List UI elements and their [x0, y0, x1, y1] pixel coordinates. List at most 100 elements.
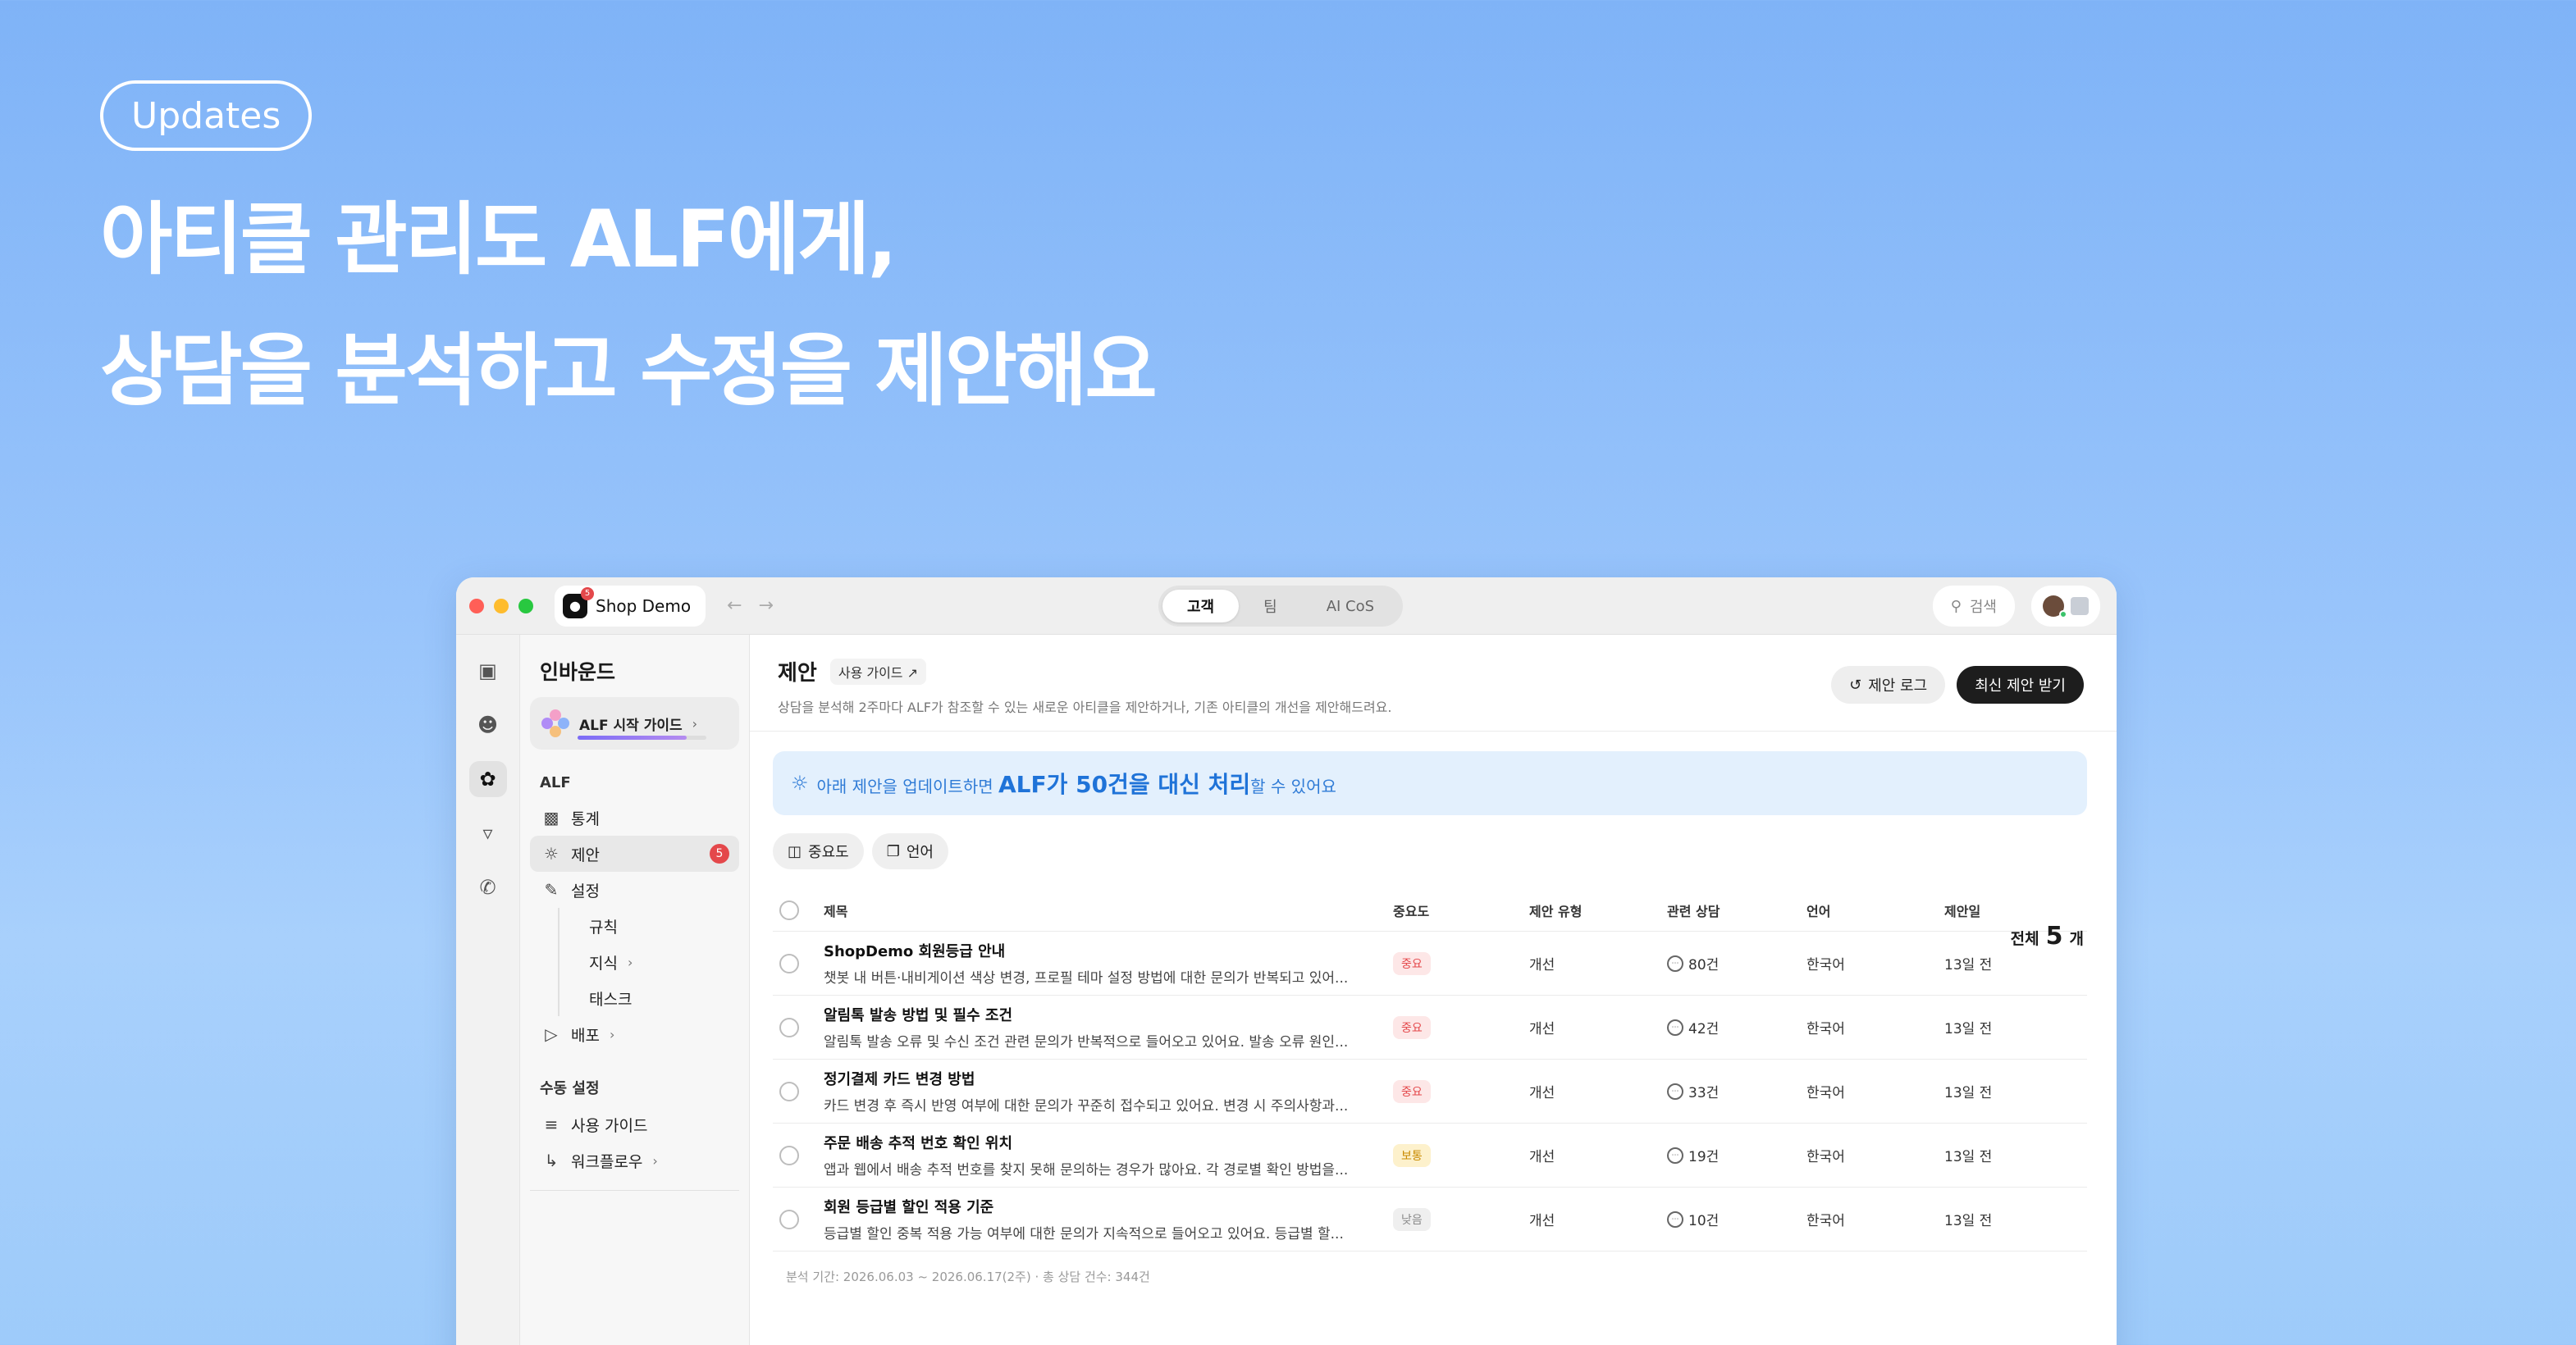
table-row[interactable]: 회원 등급별 할인 적용 기준 등급별 할인 중복 적용 가능 여부에 대한 문의… — [773, 1188, 2087, 1252]
column-date[interactable]: 제안일 — [1944, 900, 2043, 920]
sidebar-item-knowledge[interactable]: 지식 › — [569, 944, 739, 980]
workflow-icon: ↳ — [544, 1151, 559, 1170]
row-checkbox[interactable] — [779, 953, 799, 973]
banner-suffix: 할 수 있어요 — [1250, 777, 1336, 796]
row-language: 한국어 — [1806, 957, 1845, 973]
headline: 아티클 관리도 ALF에게, 상담을 분석하고 수정을 제안해요 — [100, 174, 1158, 436]
phone-icon[interactable]: ✆ — [469, 869, 507, 905]
select-all-checkbox[interactable] — [779, 900, 799, 920]
forward-arrow-icon[interactable]: → — [759, 595, 774, 616]
back-arrow-icon[interactable]: ← — [727, 595, 742, 616]
related-count: 10건 — [1688, 1213, 1720, 1229]
sidebar-item-label: 지식 — [589, 954, 618, 973]
sidebar-item-rules[interactable]: 규칙 — [569, 908, 739, 944]
banner-highlight: ALF가 50건을 대신 처리 — [998, 771, 1251, 798]
row-checkbox[interactable] — [779, 1209, 799, 1229]
sidebar-item-stats[interactable]: ▩ 통계 — [530, 800, 739, 836]
table-row[interactable]: 정기결제 카드 변경 방법 카드 변경 후 즉시 반영 여부에 대한 문의가 꾸준… — [773, 1060, 2087, 1124]
row-title: 주문 배송 추적 번호 확인 위치 — [824, 1135, 1013, 1152]
tab-team[interactable]: 팀 — [1239, 590, 1302, 622]
row-title-cell: 알림톡 발송 방법 및 필수 조건 알림톡 발송 오류 및 수신 조건 관련 문의… — [824, 1004, 1393, 1051]
suggestion-log-button[interactable]: ↺ 제안 로그 — [1831, 666, 1946, 704]
row-title-cell: 주문 배송 추적 번호 확인 위치 앱과 웹에서 배송 추적 번호를 찾지 못해 … — [824, 1132, 1393, 1179]
sidebar-item-settings[interactable]: ✎ 설정 — [530, 872, 739, 908]
copy-icon: ❐ — [886, 842, 900, 860]
sidebar-item-deploy[interactable]: ▷ 배포 › — [530, 1016, 739, 1052]
importance-badge: 중요 — [1393, 1079, 1431, 1103]
table-row[interactable]: 주문 배송 추적 번호 확인 위치 앱과 웹에서 배송 추적 번호를 찾지 못해 … — [773, 1124, 2087, 1188]
close-window-button[interactable] — [469, 598, 484, 613]
row-checkbox[interactable] — [779, 1017, 799, 1037]
campaign-icon[interactable]: ▿ — [469, 815, 507, 851]
contacts-icon[interactable]: ☻ — [469, 707, 507, 743]
main-content: 제안 사용 가이드 ↗ 상담을 분석해 2주마다 ALF가 참조할 수 있는 새… — [750, 635, 2117, 1345]
row-related: ⋯ 80건 — [1667, 953, 1806, 973]
nav-arrows: ← → — [727, 595, 774, 616]
row-date: 13일 전 — [1944, 1149, 1993, 1165]
usage-guide-link[interactable]: 사용 가이드 ↗ — [829, 658, 927, 685]
alf-icon[interactable]: ✿ — [468, 761, 507, 797]
minimize-window-button[interactable] — [494, 598, 509, 613]
building-icon — [2071, 597, 2089, 615]
row-title: 알림톡 발송 방법 및 필수 조건 — [824, 1007, 1013, 1024]
chevron-right-icon: › — [692, 715, 698, 732]
row-title-cell: ShopDemo 회원등급 안내 챗봇 내 버튼·내비게이션 색상 변경, 프로필… — [824, 940, 1393, 987]
row-date: 13일 전 — [1944, 1213, 1993, 1229]
tab-customer[interactable]: 고객 — [1162, 590, 1240, 622]
list-icon: ≡ — [544, 1115, 559, 1134]
tab-ai-cos[interactable]: AI CoS — [1302, 590, 1399, 622]
profile-button[interactable] — [2031, 586, 2100, 627]
importance-badge: 낮음 — [1393, 1207, 1431, 1231]
zoom-window-button[interactable] — [518, 598, 533, 613]
settings-submenu: 규칙 지식 › 태스크 — [558, 908, 739, 1016]
page-title: 제안 — [778, 661, 817, 686]
column-title[interactable]: 제목 — [824, 900, 1393, 920]
row-related: ⋯ 33건 — [1667, 1081, 1806, 1101]
get-latest-suggestions-button[interactable]: 최신 제안 받기 — [1957, 666, 2084, 704]
importance-filter[interactable]: ◫ 중요도 — [773, 833, 864, 869]
column-language[interactable]: 언어 — [1806, 900, 1944, 920]
row-checkbox[interactable] — [779, 1145, 799, 1165]
row-date: 13일 전 — [1944, 1021, 1993, 1037]
icon-rail: ▣ ☻ ✿ ▿ ✆ — [456, 635, 520, 1345]
row-type: 개선 — [1529, 1149, 1555, 1165]
row-type: 개선 — [1529, 1021, 1555, 1037]
search-button[interactable]: ⚲ 검색 — [1932, 586, 2015, 627]
chat-bubble-icon: ⋯ — [1667, 955, 1683, 972]
row-related: ⋯ 10건 — [1667, 1209, 1806, 1229]
title-bar: ● 5 Shop Demo ← → 고객 팀 AI CoS ⚲ 검색 — [456, 577, 2117, 635]
alf-start-guide[interactable]: ALF 시작 가이드 › — [530, 697, 739, 750]
sidebar-item-tasks[interactable]: 태스크 — [569, 980, 739, 1016]
related-count: 33건 — [1688, 1085, 1720, 1101]
columns-icon: ◫ — [788, 842, 802, 860]
banner-prefix: 아래 제안을 업데이트하면 — [816, 777, 998, 796]
row-language: 한국어 — [1806, 1149, 1845, 1165]
table-row[interactable]: 알림톡 발송 방법 및 필수 조건 알림톡 발송 오류 및 수신 조건 관련 문의… — [773, 996, 2087, 1060]
online-status-dot — [2059, 610, 2067, 618]
row-related: ⋯ 19건 — [1667, 1145, 1806, 1165]
play-icon: ▷ — [545, 1024, 558, 1044]
row-date: 13일 전 — [1944, 957, 1993, 973]
column-related[interactable]: 관련 상담 — [1667, 900, 1806, 920]
lightbulb-icon: ☼ — [544, 844, 559, 864]
column-type[interactable]: 제안 유형 — [1529, 900, 1667, 920]
language-filter[interactable]: ❐ 언어 — [871, 833, 948, 869]
bar-chart-icon: ▩ — [543, 808, 560, 828]
search-label: 검색 — [1969, 599, 1997, 616]
table-row[interactable]: ShopDemo 회원등급 안내 챗봇 내 버튼·내비게이션 색상 변경, 프로필… — [773, 932, 2087, 996]
column-importance[interactable]: 중요도 — [1393, 900, 1529, 920]
workspace-switcher[interactable]: ● 5 Shop Demo — [555, 585, 706, 627]
related-count: 19건 — [1688, 1149, 1720, 1165]
row-checkbox[interactable] — [779, 1081, 799, 1101]
sidebar-item-workflow[interactable]: ↳ 워크플로우 › — [530, 1142, 739, 1179]
importance-badge: 보통 — [1393, 1143, 1431, 1167]
related-count: 42건 — [1688, 1021, 1720, 1037]
sidebar-title: 인바운드 — [540, 660, 616, 684]
sidebar-item-guide[interactable]: ≡ 사용 가이드 — [530, 1106, 739, 1142]
total-count: 전체 5 개 — [2011, 922, 2084, 951]
inbox-icon[interactable]: ▣ — [469, 653, 507, 689]
sidebar-item-suggest[interactable]: ☼ 제안 5 — [530, 836, 739, 872]
hero: Updates 아티클 관리도 ALF에게, 상담을 분석하고 수정을 제안해요 — [100, 80, 1158, 436]
workspace-logo-icon: ● 5 — [563, 586, 594, 618]
headline-line-1: 아티클 관리도 ALF에게, — [100, 194, 897, 285]
